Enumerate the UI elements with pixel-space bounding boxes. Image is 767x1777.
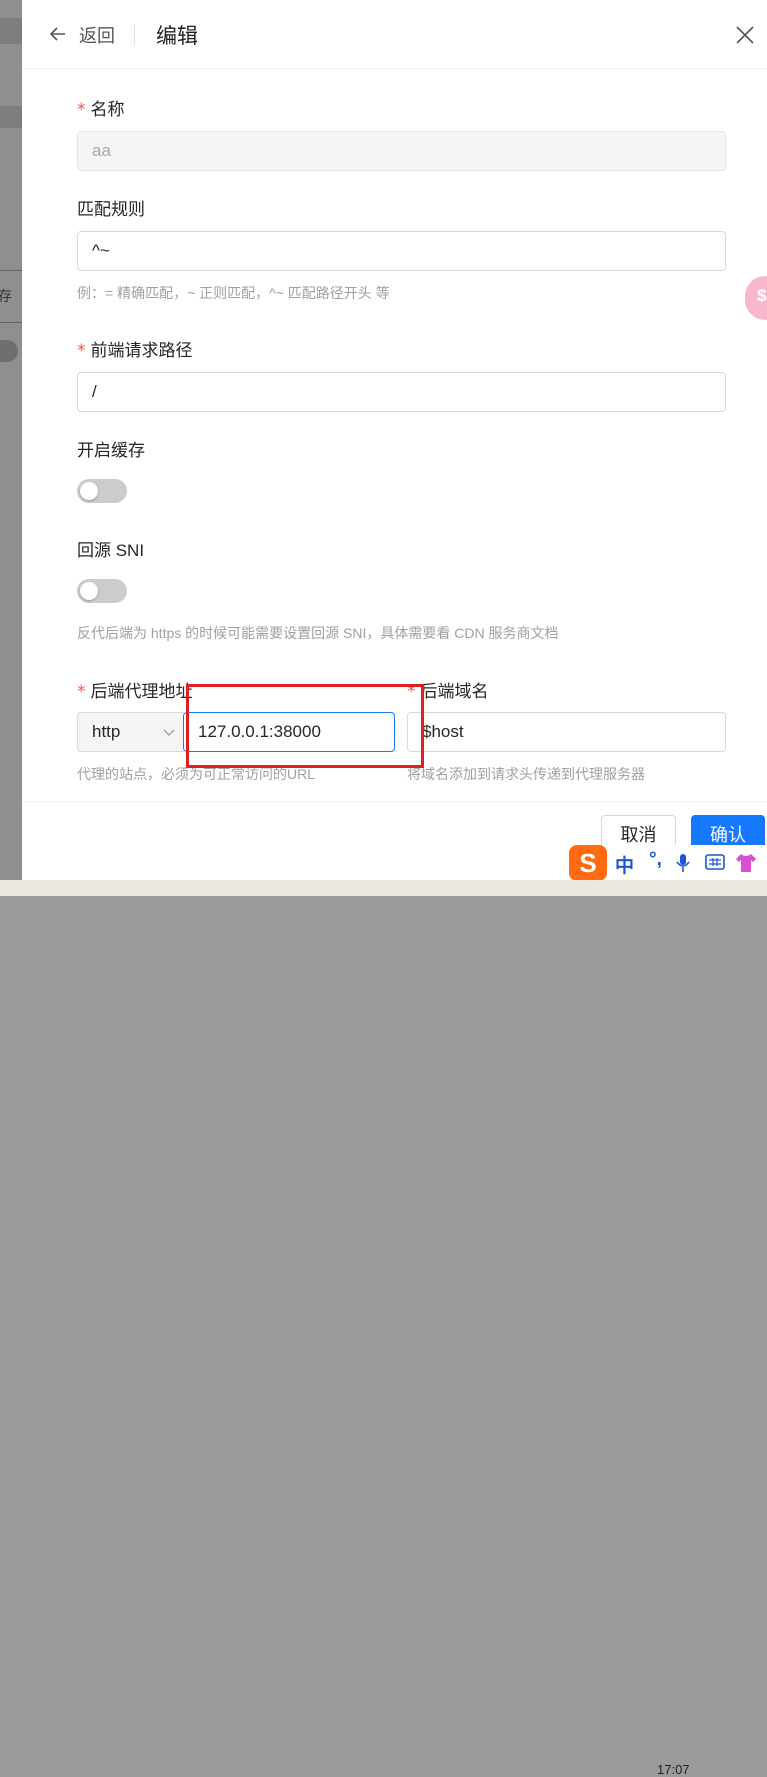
origin-sni-label: 回源 SNI <box>77 541 145 560</box>
match-rule-label: 匹配规则 <box>77 200 145 219</box>
ime-punctuation-toggle[interactable]: °, <box>649 849 662 871</box>
close-icon[interactable] <box>734 24 756 46</box>
name-input[interactable]: aa <box>77 131 726 171</box>
badge-glyph: $ <box>757 286 767 305</box>
skin-icon[interactable] <box>735 852 757 874</box>
background-app: 存 <box>0 0 24 880</box>
origin-sni-help: 反代后端为 https 的时候可能需要设置回源 SNI，具体需要看 CDN 服务… <box>77 625 559 641</box>
sogou-logo-icon[interactable]: S <box>569 845 607 881</box>
header-divider <box>134 25 135 45</box>
edit-drawer: 返回 编辑 * 名称 aa 匹配规则 ^~ 例：= 精确匹配，~ 正则匹配，^~ … <box>22 0 767 881</box>
name-label: * 名称 <box>77 100 125 120</box>
backend-host-input[interactable]: $host <box>407 712 726 752</box>
taskbar: 17:07 <box>0 880 767 1777</box>
back-arrow-icon[interactable] <box>48 22 68 46</box>
chevron-down-icon <box>163 729 175 736</box>
enable-cache-label: 开启缓存 <box>77 441 145 460</box>
backend-address-label: * 后端代理地址 <box>77 682 193 702</box>
protocol-value: http <box>92 722 121 741</box>
background-band <box>0 106 24 128</box>
protocol-select[interactable]: http <box>77 712 184 752</box>
required-mark: * <box>77 341 86 361</box>
background-text: 存 <box>0 288 12 304</box>
microphone-icon[interactable] <box>675 853 691 873</box>
origin-sni-switch[interactable] <box>77 579 127 603</box>
ime-toolbar: S 中 °, <box>569 845 767 881</box>
back-button[interactable]: 返回 <box>79 22 115 48</box>
required-mark: * <box>77 682 86 702</box>
backend-host-help: 将域名添加到请求头传递到代理服务器 <box>407 766 645 782</box>
background-divider <box>0 322 24 323</box>
required-mark: * <box>77 100 86 120</box>
frontend-path-input[interactable]: / <box>77 372 726 412</box>
drawer-title: 编辑 <box>156 25 198 48</box>
background-toggle <box>0 340 18 362</box>
drawer-header: 返回 编辑 <box>22 0 767 69</box>
ime-language-toggle[interactable]: 中 <box>615 851 634 878</box>
highlight-annotation <box>186 684 424 768</box>
match-rule-help: 例：= 精确匹配，~ 正则匹配，^~ 匹配路径开头 等 <box>77 285 390 301</box>
background-band <box>0 18 24 44</box>
switch-knob <box>80 582 98 600</box>
keyboard-icon[interactable] <box>705 854 725 870</box>
taskbar-clock: 17:07 <box>657 1762 690 1777</box>
frontend-path-label: * 前端请求路径 <box>77 341 193 361</box>
enable-cache-switch[interactable] <box>77 479 127 503</box>
background-divider <box>0 270 24 271</box>
match-rule-input[interactable]: ^~ <box>77 231 726 271</box>
switch-knob <box>80 482 98 500</box>
